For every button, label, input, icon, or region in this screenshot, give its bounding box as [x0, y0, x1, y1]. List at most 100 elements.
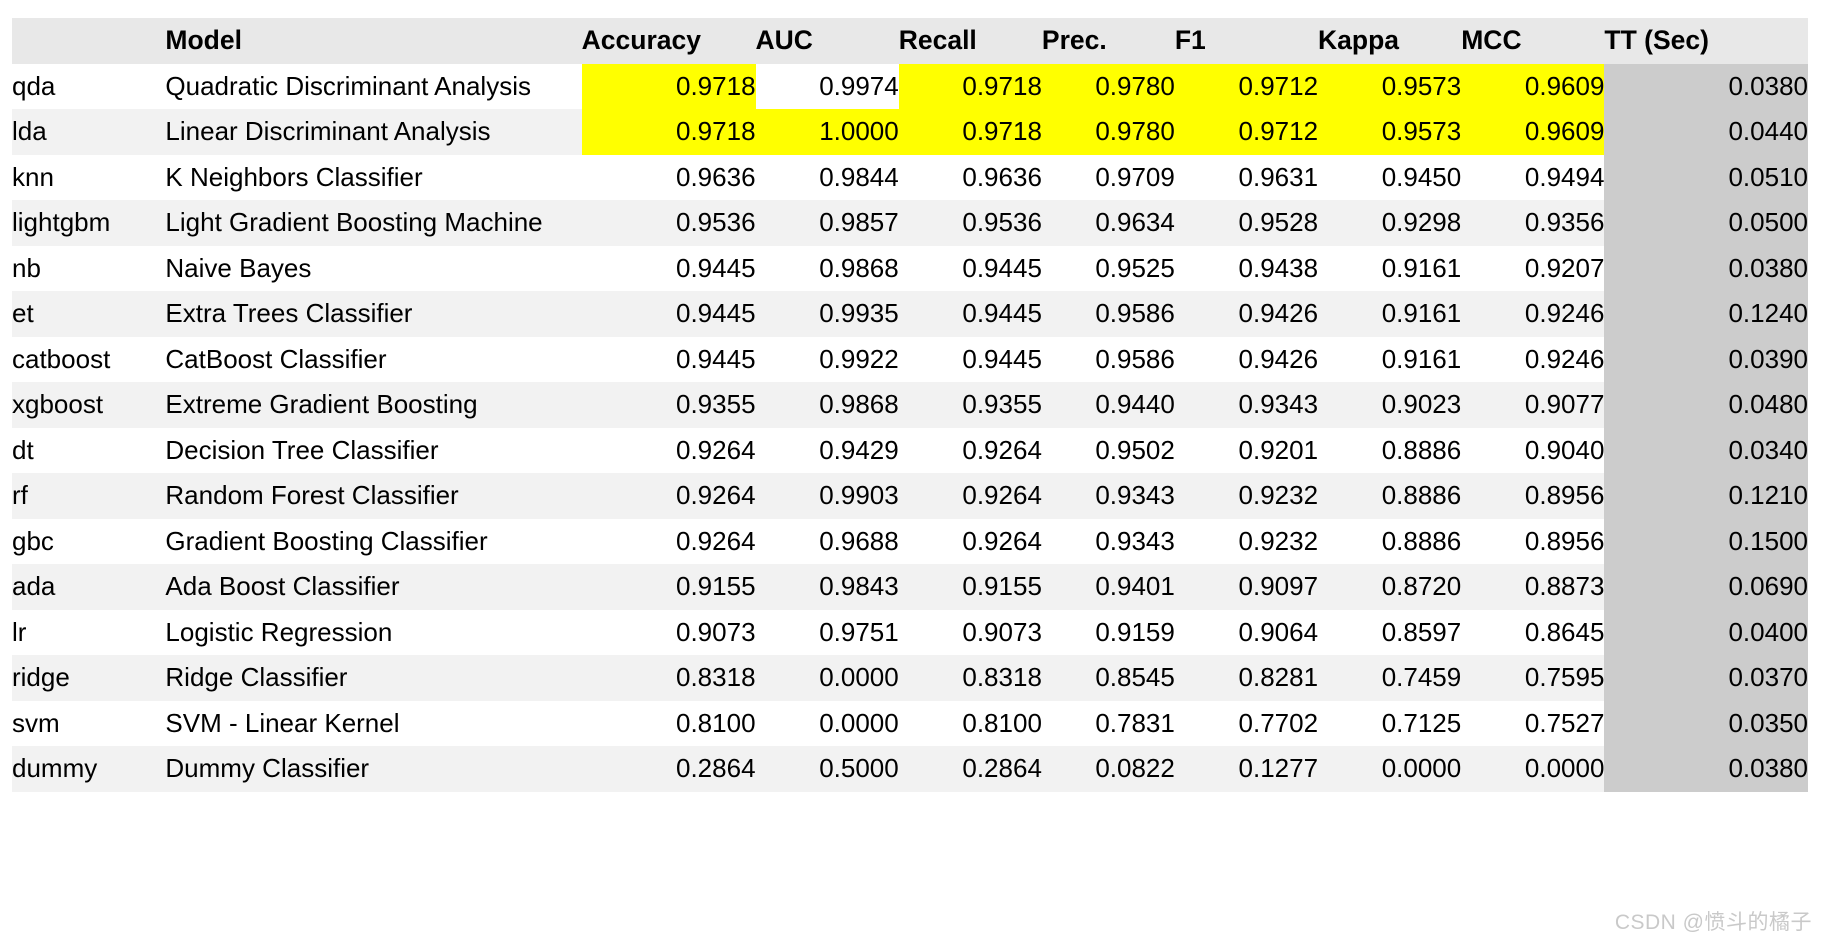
cell-mcc: 0.7595: [1524, 662, 1605, 692]
cell-mcc: 0.9356: [1524, 207, 1605, 237]
cell-tt: 0.0440: [1604, 109, 1808, 155]
cell-model-id: knn: [12, 161, 54, 192]
cell-prec: 0.9440: [1095, 389, 1175, 419]
column-header-f1[interactable]: F1: [1175, 18, 1318, 64]
cell-tt: 0.0500: [1604, 200, 1808, 246]
cell-prec: 0.8545: [1095, 662, 1175, 692]
cell-mcc: 0.9494: [1524, 161, 1605, 192]
cell-accuracy: 0.9636: [676, 161, 756, 192]
cell-mcc: 0.8645: [1524, 616, 1605, 647]
cell-kappa: 0.0000: [1381, 753, 1462, 783]
cell-model-name: Logistic Regression: [165, 616, 393, 647]
cell-prec: 0.7831: [1095, 707, 1175, 738]
cell-tt: 0.1240: [1604, 291, 1808, 337]
column-header-prec[interactable]: Prec.: [1042, 18, 1175, 64]
cell-accuracy: 0.9718: [581, 63, 756, 109]
cell-model-name: Gradient Boosting Classifier: [165, 525, 488, 556]
cell-tt: 0.0380: [1604, 746, 1808, 792]
cell-model-id: xgboost: [12, 389, 104, 419]
cell-model-id: lr: [12, 616, 27, 647]
cell-recall: 0.9264: [962, 480, 1042, 510]
cell-prec: 0.9780: [1041, 63, 1175, 109]
column-header-model[interactable]: Model: [165, 18, 581, 64]
cell-recall: 0.9718: [898, 109, 1042, 155]
cell-prec: 0.9780: [1041, 109, 1175, 155]
cell-model-id: dt: [12, 434, 34, 465]
table-row: dummy Dummy Classifier 0.2864 0.5000 0.2864 0…: [12, 746, 1808, 792]
table-row: dt Decision Tree Classifier 0.9264 0.9429 0.…: [12, 427, 1808, 473]
cell-recall: 0.9073: [962, 616, 1042, 647]
cell-tt: 0.0480: [1604, 382, 1808, 428]
cell-model-id: nb: [12, 252, 41, 283]
table-row: xgboost Extreme Gradient Boosting 0.9355 0.…: [12, 382, 1808, 428]
cell-recall: 0.9155: [962, 571, 1042, 601]
cell-model-name: Extra Trees Classifier: [165, 298, 413, 328]
cell-mcc: 0.9040: [1524, 434, 1605, 465]
cell-recall: 0.9718: [898, 63, 1042, 109]
cell-f1: 0.9426: [1238, 343, 1319, 374]
cell-model-id: gbc: [12, 525, 54, 556]
cell-kappa: 0.9023: [1381, 389, 1462, 419]
cell-model-id: et: [12, 298, 34, 328]
cell-auc: 0.9935: [819, 298, 899, 328]
cell-mcc: 0.9609: [1461, 109, 1605, 155]
cell-recall: 0.9636: [962, 161, 1042, 192]
cell-mcc: 0.9246: [1524, 298, 1605, 328]
cell-model-id: svm: [12, 707, 60, 738]
cell-prec: 0.9401: [1095, 571, 1175, 601]
column-header-auc[interactable]: AUC: [756, 18, 899, 64]
cell-f1: 0.8281: [1238, 662, 1319, 692]
column-header-tt[interactable]: TT (Sec): [1604, 18, 1808, 64]
table-body: qda Quadratic Discriminant Analysis 0.9718…: [12, 63, 1808, 792]
cell-model-name: Ridge Classifier: [165, 662, 348, 692]
cell-kappa: 0.9573: [1318, 63, 1462, 109]
cell-mcc: 0.0000: [1524, 753, 1605, 783]
cell-prec: 0.9709: [1095, 161, 1175, 192]
cell-auc: 0.9844: [819, 161, 899, 192]
cell-kappa: 0.8886: [1381, 525, 1462, 556]
cell-kappa: 0.8886: [1381, 434, 1462, 465]
cell-auc: 0.9688: [819, 525, 899, 556]
cell-f1: 0.9712: [1174, 63, 1319, 109]
cell-model-name: K Neighbors Classifier: [165, 161, 423, 192]
table-header: Model Accuracy AUC Recall Prec. F1 Kappa…: [12, 18, 1808, 64]
cell-mcc: 0.8956: [1524, 525, 1605, 556]
cell-f1: 0.9712: [1174, 109, 1319, 155]
cell-tt: 0.1210: [1604, 473, 1808, 519]
column-header-accuracy[interactable]: Accuracy: [582, 18, 756, 64]
cell-tt: 0.0510: [1604, 154, 1808, 200]
cell-f1: 0.9064: [1238, 616, 1319, 647]
table-row: et Extra Trees Classifier 0.9445 0.9935 0.94…: [12, 291, 1808, 337]
cell-tt: 0.0370: [1604, 655, 1808, 701]
cell-prec: 0.9586: [1095, 298, 1175, 328]
cell-f1: 0.9631: [1238, 161, 1319, 192]
column-header-kappa[interactable]: Kappa: [1318, 18, 1461, 64]
cell-mcc: 0.9246: [1524, 343, 1605, 374]
cell-f1: 0.9232: [1238, 525, 1319, 556]
cell-kappa: 0.9161: [1381, 252, 1462, 283]
cell-prec: 0.9634: [1095, 207, 1175, 237]
cell-accuracy: 0.9155: [676, 571, 756, 601]
cell-kappa: 0.9298: [1381, 207, 1462, 237]
cell-model-id: ada: [12, 571, 56, 601]
page-root: Model Accuracy AUC Recall Prec. F1 Kappa…: [0, 0, 1834, 952]
cell-auc: 0.0000: [819, 662, 899, 692]
cell-kappa: 0.8597: [1381, 616, 1462, 647]
cell-kappa: 0.8886: [1381, 480, 1462, 510]
cell-auc: 0.9429: [819, 434, 899, 465]
cell-kappa: 0.9450: [1381, 161, 1462, 192]
cell-tt: 0.1500: [1604, 518, 1808, 564]
model-comparison-table: Model Accuracy AUC Recall Prec. F1 Kappa…: [12, 18, 1808, 792]
column-header-index[interactable]: [12, 18, 165, 64]
cell-mcc: 0.9077: [1524, 389, 1605, 419]
csdn-watermark: CSDN @愤斗的橘子: [1614, 911, 1812, 934]
cell-recall: 0.9445: [962, 298, 1042, 328]
cell-prec: 0.9586: [1095, 343, 1175, 374]
column-header-recall[interactable]: Recall: [899, 18, 1042, 64]
column-header-mcc[interactable]: MCC: [1461, 18, 1604, 64]
cell-model-id: ridge: [12, 662, 70, 692]
table-row: qda Quadratic Discriminant Analysis 0.9718…: [12, 63, 1808, 109]
cell-model-id: dummy: [12, 753, 98, 783]
cell-accuracy: 0.8318: [676, 662, 756, 692]
cell-auc: 0.5000: [819, 753, 899, 783]
